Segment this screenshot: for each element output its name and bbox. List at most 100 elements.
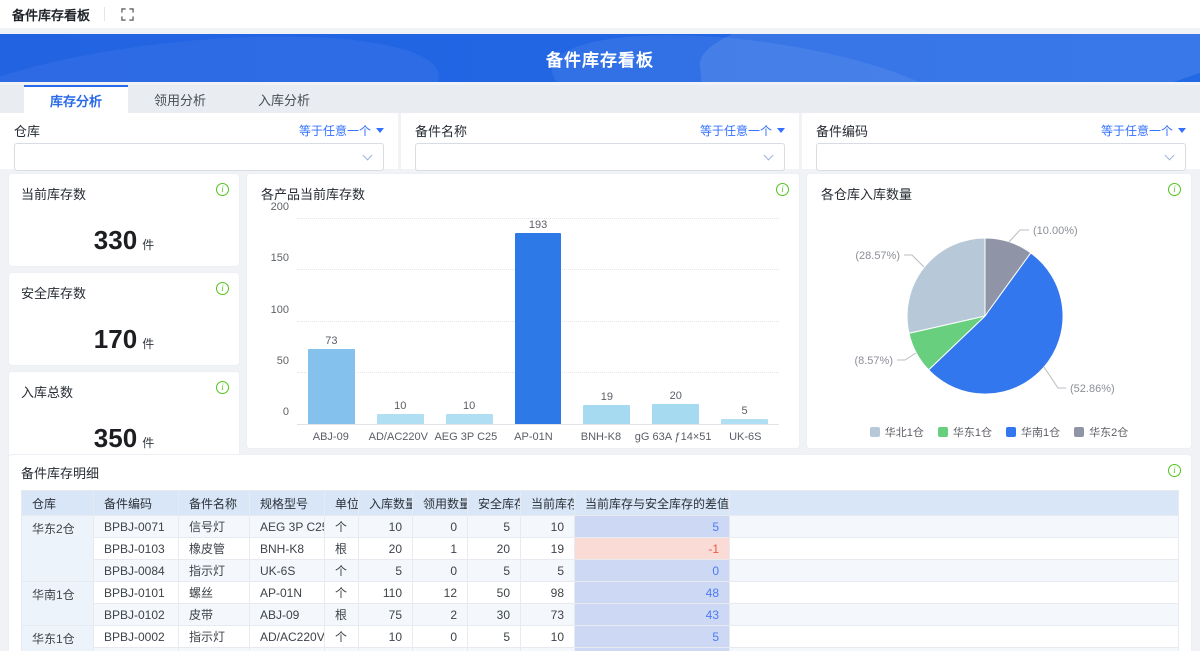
bar-UK-6S[interactable] xyxy=(721,418,768,424)
cell-filler xyxy=(729,625,1179,648)
kpi-column: 当前库存数 i 330 件 安全库存数 i 170 件 入库总数 i 350 件 xyxy=(8,173,240,465)
kpi-unit: 件 xyxy=(142,337,155,351)
cell-stock-diff: 48 xyxy=(574,581,730,604)
kpi-value: 350 xyxy=(93,423,138,453)
y-axis-tick: 0 xyxy=(282,406,289,418)
x-axis-label: AP-01N xyxy=(514,431,553,443)
cell-current-stock: 73 xyxy=(520,603,575,626)
info-icon[interactable]: i xyxy=(216,282,229,295)
info-icon[interactable]: i xyxy=(1168,183,1181,196)
bar-value-label: 10 xyxy=(394,399,407,412)
info-icon[interactable]: i xyxy=(216,183,229,196)
column-header: 仓库 xyxy=(21,490,94,516)
table-row: BPBJ-0103 橡皮管 BNH-K8 根 20 1 20 19 -1 xyxy=(22,537,1179,560)
filter-part-code-label: 备件编码 xyxy=(816,123,869,139)
bar-slot: 193 xyxy=(504,219,573,424)
chevron-down-icon xyxy=(362,150,373,161)
bar-gG 63A ƒ14×51[interactable] xyxy=(652,403,700,424)
bar-AP-01N[interactable] xyxy=(514,233,562,424)
cell-current-stock: 10 xyxy=(520,625,575,648)
cell-inbound-qty: 20 xyxy=(358,647,413,651)
bar-AD/AC220V[interactable] xyxy=(376,413,424,424)
pie-slice-label: (28.57%) xyxy=(855,250,900,262)
bar-chart-xlabels: ABJ-09 AD/AC220V AEG 3P C25 AP-01N BNH-K8 gG … xyxy=(297,431,779,443)
bar-chart-title: 各产品当前库存数 xyxy=(261,187,366,202)
pie-chart: (28.57%) (8.57%) (52.86%) (10.00%) xyxy=(854,225,1115,395)
cell-part-code: BPBJ-0102 xyxy=(93,603,179,626)
cell-current-stock: 20 xyxy=(520,647,575,651)
legend-swatch-icon xyxy=(1074,427,1085,437)
cell-filler xyxy=(729,603,1179,626)
bar-slot: 10 xyxy=(435,219,504,424)
filter-part-code: 备件编码 等于任意一个 xyxy=(802,113,1200,171)
legend-item-华北1仓[interactable]: 华北1仓 xyxy=(869,424,924,440)
kpi-title: 当前库存数 xyxy=(21,187,87,202)
pie-slice-label: (52.86%) xyxy=(1070,383,1115,395)
cell-used-qty: 0 xyxy=(412,515,468,538)
cell-safety-stock: 30 xyxy=(467,603,521,626)
pie-slice-华北1仓[interactable] xyxy=(906,237,986,334)
column-header: 单位 xyxy=(324,490,359,516)
column-header: 安全库存 xyxy=(467,490,521,516)
bar-slot: 10 xyxy=(366,219,435,424)
tab-inbound-analysis[interactable]: 入库分析 xyxy=(232,85,336,113)
divider xyxy=(104,7,106,21)
info-icon[interactable]: i xyxy=(776,183,789,196)
filter-part-code-operator[interactable]: 等于任意一个 xyxy=(1101,122,1186,139)
cell-part-name: 指示灯 xyxy=(178,625,250,648)
legend-item-华东2仓[interactable]: 华东2仓 xyxy=(1074,424,1128,440)
cell-warehouse: 华南1仓 xyxy=(21,581,94,626)
tab-inventory-analysis[interactable]: 库存分析 xyxy=(24,85,129,113)
y-axis-tick: 50 xyxy=(276,354,289,367)
legend-item-华南1仓[interactable]: 华南1仓 xyxy=(1006,424,1060,440)
filter-part-name-label: 备件名称 xyxy=(415,123,468,139)
info-icon[interactable]: i xyxy=(216,381,229,394)
caret-down-icon xyxy=(1178,127,1186,133)
cell-part-name: 橡皮管 xyxy=(178,537,250,560)
fullscreen-expand-icon[interactable] xyxy=(119,6,135,22)
main-content: 当前库存数 i 330 件 安全库存数 i 170 件 入库总数 i 350 件… xyxy=(0,169,1200,465)
warehouse-select[interactable] xyxy=(14,143,384,171)
cell-inbound-qty: 5 xyxy=(358,559,413,582)
table-row: BPBJ-0085按钮gG 63A ƒ14×51个20052015 xyxy=(22,647,1179,651)
cell-part-code: BPBJ-0002 xyxy=(93,625,179,648)
bar-slot: 19 xyxy=(572,219,641,424)
caret-down-icon xyxy=(777,127,785,133)
bar-value-label: 5 xyxy=(741,404,748,417)
kpi-safety-stock: 安全库存数 i 170 件 xyxy=(8,272,240,366)
cell-unit: 个 xyxy=(324,647,359,651)
part-name-select[interactable] xyxy=(415,143,785,171)
cell-used-qty: 1 xyxy=(412,537,468,560)
filter-warehouse-operator[interactable]: 等于任意一个 xyxy=(299,122,384,139)
kpi-value: 170 xyxy=(93,324,138,354)
cell-stock-diff: -1 xyxy=(574,537,730,560)
bar-chart-plot: 0 50 100 150 200 73 10 10 193 19 20 5 xyxy=(271,201,779,425)
legend-label: 华东2仓 xyxy=(1089,427,1129,439)
bar-ABJ-09[interactable] xyxy=(308,349,355,424)
dashboard-banner: 备件库存看板 xyxy=(0,34,1200,82)
bar-BNH-K8[interactable] xyxy=(583,404,631,424)
info-icon[interactable]: i xyxy=(1168,464,1181,477)
bar-slot: 20 xyxy=(641,219,710,424)
legend-item-华东1仓[interactable]: 华东1仓 xyxy=(937,424,992,440)
part-code-select[interactable] xyxy=(816,143,1186,171)
bar-slot: 73 xyxy=(297,219,366,424)
cell-unit: 个 xyxy=(324,625,359,648)
cell-part-code: BPBJ-0101 xyxy=(93,581,179,604)
tab-usage-analysis[interactable]: 领用分析 xyxy=(128,85,232,113)
bar-AEG 3P C25[interactable] xyxy=(445,413,493,424)
table-row: BPBJ-0084 指示灯 UK-6S 个 5 0 5 5 0 xyxy=(22,559,1179,582)
bar-value-label: 10 xyxy=(463,399,476,412)
filter-warehouse-label: 仓库 xyxy=(14,123,41,139)
pie-legend: 华北1仓 华东1仓 华南1仓 华东2仓 xyxy=(807,424,1191,440)
legend-swatch-icon xyxy=(869,427,880,437)
cell-unit: 根 xyxy=(324,537,359,560)
x-axis-label: ABJ-09 xyxy=(312,431,349,443)
legend-swatch-icon xyxy=(1006,427,1016,437)
cell-inbound-qty: 110 xyxy=(358,581,413,604)
y-axis-tick: 100 xyxy=(270,303,289,316)
table-row: 华东1仓 BPBJ-0002 指示灯 AD/AC220V 个 10 0 5 10 5 xyxy=(21,625,1179,651)
filter-part-name-operator[interactable]: 等于任意一个 xyxy=(700,122,785,139)
kpi-title: 入库总数 xyxy=(21,385,74,400)
cell-used-qty: 0 xyxy=(412,625,468,648)
